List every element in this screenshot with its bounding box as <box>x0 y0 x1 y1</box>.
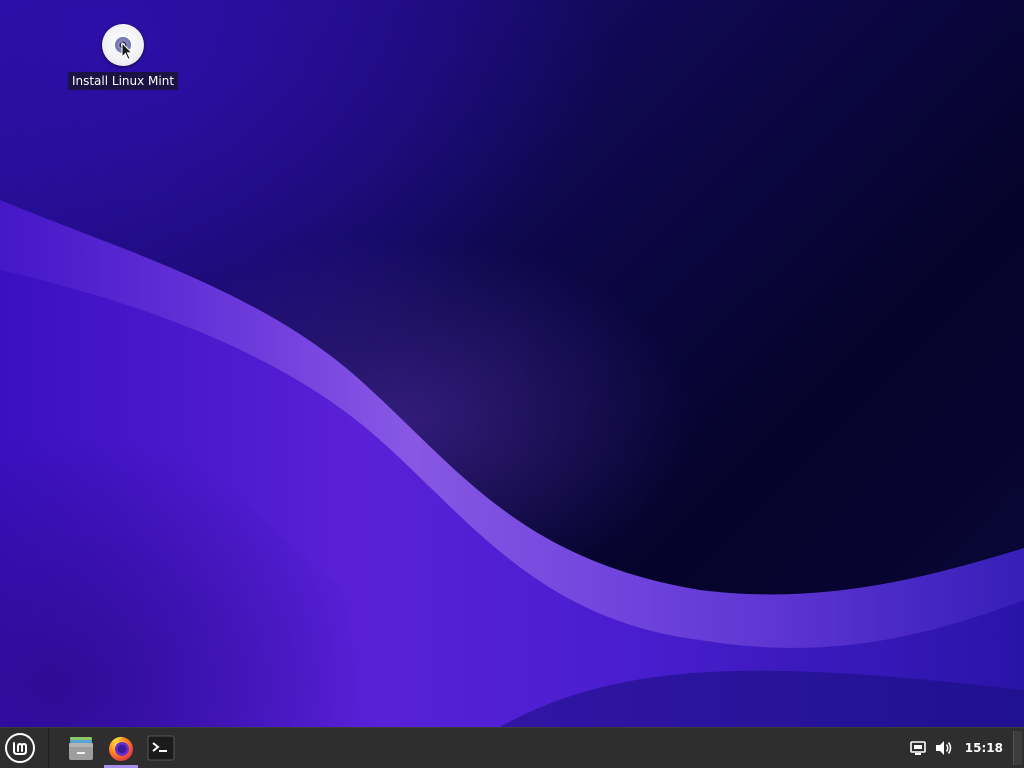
desktop[interactable]: Install Linux Mint <box>0 0 1024 727</box>
show-desktop-button[interactable] <box>1013 731 1022 765</box>
terminal-icon <box>147 735 175 761</box>
linux-mint-logo-icon <box>5 733 35 763</box>
launcher-terminal[interactable] <box>141 728 181 768</box>
launcher-file-manager[interactable] <box>61 728 101 768</box>
desktop-icon-label: Install Linux Mint <box>67 72 179 90</box>
menu-button[interactable] <box>0 728 40 768</box>
network-tray-button[interactable] <box>905 733 931 763</box>
launcher-firefox[interactable] <box>101 728 141 768</box>
firefox-icon <box>109 736 133 761</box>
volume-tray-button[interactable] <box>931 733 957 763</box>
panel-separator <box>48 728 49 768</box>
system-tray: 15:18 <box>905 728 1024 768</box>
mouse-cursor-icon <box>121 42 134 61</box>
network-icon <box>909 741 926 755</box>
wallpaper-wave <box>0 200 1024 727</box>
clock[interactable]: 15:18 <box>957 741 1013 755</box>
volume-icon <box>935 741 952 755</box>
file-manager-icon <box>69 737 93 760</box>
taskbar-panel: 15:18 <box>0 727 1024 768</box>
